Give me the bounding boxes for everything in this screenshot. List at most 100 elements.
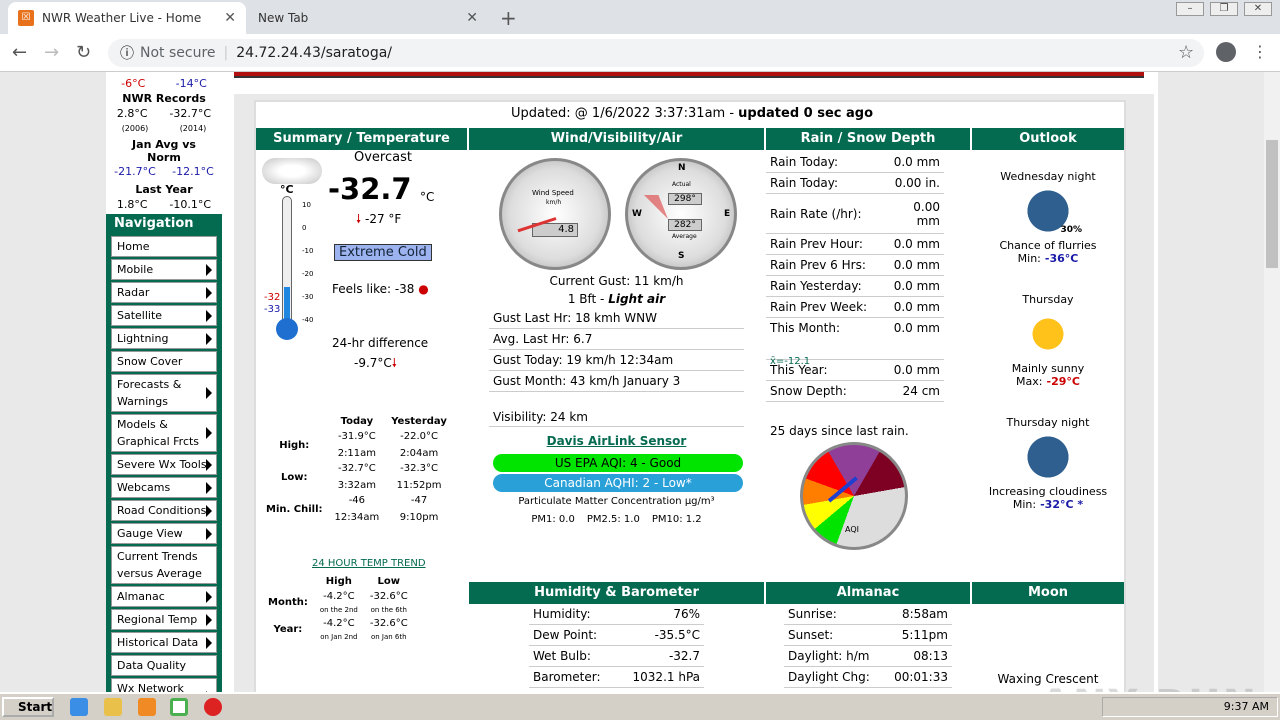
tab-nwr-weather[interactable]: ☒ NWR Weather Live - Home ✕ (8, 2, 246, 34)
forward-arrow-icon[interactable]: → (44, 42, 59, 63)
almanac-row: Sunset: 5:11pm (784, 625, 952, 646)
nav-item-label: Data Quality (117, 659, 187, 672)
summary-column: Summary / Temperature Overcast °C 10 0 -10… (256, 128, 467, 692)
row-key: Dew Point: (533, 628, 598, 642)
scroll-thumb[interactable] (1266, 140, 1278, 268)
nav-item[interactable]: Lightning (111, 328, 217, 349)
chrome-icon[interactable] (170, 698, 188, 716)
new-tab-plus-icon[interactable]: + (500, 6, 517, 30)
back-arrow-icon[interactable]: ← (12, 42, 27, 63)
row-value: 5:11pm (901, 628, 948, 642)
submenu-arrow-icon (206, 458, 212, 471)
row-label: Month: (268, 597, 308, 608)
almanac-column: Almanac Sunrise: 8:58am Sunset: 5:11pm Dayli… (766, 582, 970, 688)
rain-row: Rain Rate (/hr): 0.00 mm (766, 194, 944, 234)
row-label: Low: (281, 471, 308, 483)
nav-item[interactable]: Models & Graphical Frcts (111, 414, 217, 452)
outlook-list: Wednesday night 30% Chance of flurries Min:… (972, 170, 1124, 539)
nav-item-label: Home (117, 240, 150, 253)
nav-item[interactable]: Road Conditions (111, 500, 217, 521)
down-arrow-icon: 🠗 (356, 212, 362, 226)
row-value: 0.0 mm (893, 300, 940, 314)
info-icon[interactable]: ⓘ (120, 43, 134, 63)
nav-item[interactable]: Home (111, 236, 217, 257)
nav-item[interactable]: Satellite (111, 305, 217, 326)
row-key: Sunset: (788, 628, 834, 642)
rain-row: Rain Today: 0.0 mm (766, 152, 944, 173)
bookmark-star-icon[interactable]: ☆ (1178, 42, 1194, 63)
column-header: Low (377, 576, 401, 587)
maximize-button[interactable]: ❐ (1210, 2, 1238, 16)
column-header: High (325, 576, 352, 587)
temp-value: -32°C * (1040, 498, 1084, 511)
cell-value: -4.2°C (323, 618, 355, 629)
column-header: Today (340, 416, 374, 427)
outlook-desc: Chance of flurries (999, 239, 1097, 252)
thermo-ticks: 10 0 -10 -20 -30 -40 (302, 194, 313, 332)
table-header-row: Today Yesterday (260, 414, 453, 429)
airlink-link[interactable]: Davis AirLink Sensor (469, 434, 764, 448)
wind-speed-gauge: Wind Speed km/h 4.8 (499, 158, 611, 270)
media-icon[interactable] (138, 698, 156, 716)
aqi-label: AQI (845, 525, 859, 534)
row-key: Rain Yesterday: (770, 279, 862, 293)
kebab-menu-icon[interactable]: ⋮ (1252, 42, 1268, 61)
folder-icon[interactable] (104, 698, 122, 716)
nav-item[interactable]: Severe Wx Tools (111, 454, 217, 475)
temp-label: Min: (1012, 498, 1037, 511)
nav-item[interactable]: Almanac (111, 586, 217, 607)
table-row: Min. Chill: -46 12:34am -47 9:10pm (260, 493, 453, 525)
updated-line: Updated: @ 1/6/2022 3:37:31am - updated … (256, 106, 1128, 121)
scrollbar[interactable] (1264, 72, 1280, 692)
temp-trend-link[interactable]: 24 HOUR TEMP TREND (312, 558, 426, 569)
wind-header: Wind/Visibility/Air (469, 128, 764, 150)
account-avatar-icon[interactable] (1216, 42, 1236, 62)
wind-row: Gust Today: 19 km/h 12:34am (489, 350, 744, 371)
value: -12.1°C (172, 165, 214, 178)
gauge-label: Wind Speed (532, 189, 574, 197)
almanac-header: Almanac (766, 582, 970, 604)
table-cell: -4.2°C on the 2nd (314, 589, 364, 616)
nav-item[interactable]: Wx Network Affiliations (111, 678, 217, 692)
tab-new-tab[interactable]: New Tab ✕ (248, 2, 488, 34)
minimize-button[interactable]: – (1176, 2, 1204, 16)
close-tab-icon[interactable]: ✕ (466, 10, 478, 26)
nav-item[interactable]: Radar (111, 282, 217, 303)
nav-item-label: Forecasts & Warnings (117, 378, 182, 408)
row-value: 24 cm (902, 384, 940, 398)
cell-time: on Jan 6th (370, 633, 407, 641)
almanac-row: Daylight: h/m 08:13 (784, 646, 952, 667)
submenu-arrow-icon (206, 387, 212, 399)
nav-item[interactable]: Webcams (111, 477, 217, 498)
table-cell: -32.3°C 11:52pm (385, 461, 453, 493)
row-value: 0.0 mm (893, 258, 940, 272)
stop-icon[interactable] (204, 698, 222, 716)
nav-item[interactable]: Forecasts & Warnings (111, 374, 217, 412)
value: -10.1°C (169, 198, 212, 211)
ie-icon[interactable] (70, 698, 88, 716)
canadian-aqhi-badge: Canadian AQHI: 2 - Low* (493, 474, 743, 492)
watermark: ANY RUN (1040, 682, 1258, 692)
nav-item-label: Wx Network Affiliations (117, 682, 184, 692)
nav-item[interactable]: Data Quality (111, 655, 217, 676)
close-window-button[interactable]: ✕ (1244, 2, 1272, 16)
start-button[interactable]: Start (2, 697, 54, 717)
nav-item[interactable]: Current Trends versus Average (111, 546, 217, 584)
nav-item[interactable]: Regional Temp (111, 609, 217, 630)
value: (2014) (179, 124, 207, 133)
thermo-tick: 0 (302, 224, 307, 232)
aqi-needle (827, 476, 858, 503)
nav-item[interactable]: Mobile (111, 259, 217, 280)
table-cell: -32.7°C 3:32am (329, 461, 386, 493)
nav-item[interactable]: Gauge View (111, 523, 217, 544)
nav-item[interactable]: Snow Cover (111, 351, 217, 372)
reload-icon[interactable]: ↻ (76, 42, 91, 63)
temp-fahrenheit: 🠗 -27 °F (356, 210, 401, 231)
since-last-rain: 25 days since last rain. (770, 424, 909, 438)
nav-item[interactable]: Historical Data (111, 632, 217, 653)
humidity-column: Humidity & Barometer Humidity: 76% Dew Poi… (469, 582, 764, 688)
close-tab-icon[interactable]: ✕ (224, 10, 236, 26)
url-input[interactable]: ⓘ Not secure | 24.72.24.43/saratoga/ (108, 39, 1204, 67)
temp-value: -29°C (1046, 375, 1080, 388)
pm-title: Particulate Matter Concentration µg/m³ (518, 496, 715, 507)
